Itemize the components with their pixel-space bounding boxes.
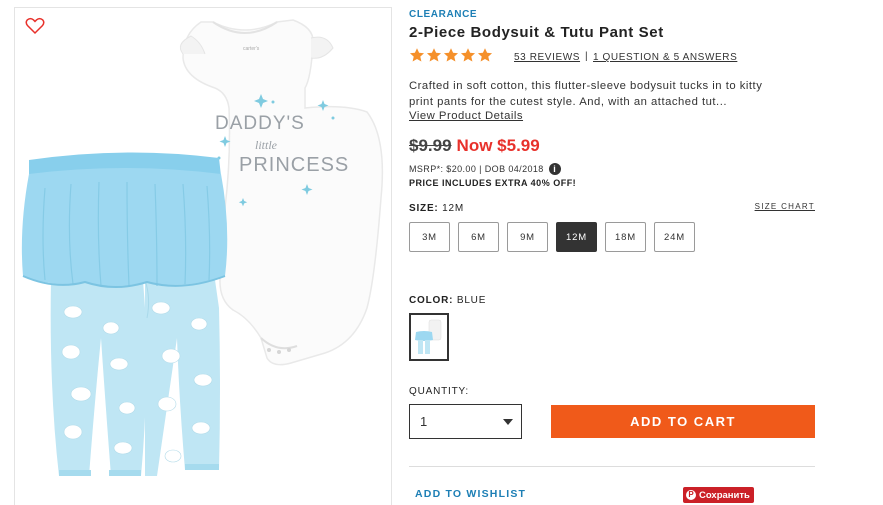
msrp-text: MSRP*: $20.00 | DOB 04/2018 xyxy=(409,164,544,174)
heart-icon[interactable] xyxy=(25,17,45,35)
swatch-thumbnail xyxy=(415,319,442,354)
color-label: COLOR: BLUE xyxy=(409,295,486,306)
product-image-panel: carter's DADDY'S little PRINCESS xyxy=(14,7,392,505)
color-swatch-blue[interactable] xyxy=(409,313,449,361)
size-option-12m[interactable]: 12M xyxy=(556,222,597,252)
size-chart-link[interactable]: SIZE CHART xyxy=(755,202,815,211)
size-option-18m[interactable]: 18M xyxy=(605,222,646,252)
bodysuit-print-line2: little xyxy=(255,138,278,152)
bodysuit-print-line1: DADDY'S xyxy=(215,113,305,134)
size-option-3m[interactable]: 3M xyxy=(409,222,450,252)
size-option-9m[interactable]: 9M xyxy=(507,222,548,252)
add-to-wishlist-link[interactable]: ADD TO WISHLIST xyxy=(415,488,526,500)
sale-price: Now $5.99 xyxy=(456,136,540,155)
star-icon xyxy=(443,48,459,62)
original-price: $9.99 xyxy=(409,136,452,155)
star-icon xyxy=(426,48,442,62)
size-option-6m[interactable]: 6M xyxy=(458,222,499,252)
color-label-text: COLOR: xyxy=(409,295,454,306)
pinterest-save-button[interactable]: P Сохранить xyxy=(683,487,754,503)
product-description: Crafted in soft cotton, this flutter-sle… xyxy=(409,80,763,108)
pinterest-icon: P xyxy=(686,490,696,500)
selected-size: 12M xyxy=(442,203,465,214)
quantity-value: 1 xyxy=(420,414,428,429)
star-icon xyxy=(477,48,493,62)
quantity-select[interactable]: 1 xyxy=(409,404,522,439)
star-icon xyxy=(409,48,425,62)
star-rating[interactable] xyxy=(409,47,493,65)
clearance-tag: CLEARANCE xyxy=(409,9,478,20)
size-option-24m[interactable]: 24M xyxy=(654,222,695,252)
divider xyxy=(409,466,815,467)
price-row: $9.99 Now $5.99 xyxy=(409,136,540,156)
quantity-label: QUANTITY: xyxy=(409,386,469,397)
product-image[interactable]: carter's DADDY'S little PRINCESS xyxy=(15,8,392,505)
size-options: 3M 6M 9M 12M 18M 24M xyxy=(409,222,695,252)
link-separator: | xyxy=(585,51,588,62)
msrp-line: MSRP*: $20.00 | DOB 04/2018 i xyxy=(409,163,561,175)
add-to-cart-button[interactable]: ADD TO CART xyxy=(551,405,815,438)
product-title: 2-Piece Bodysuit & Tutu Pant Set xyxy=(409,24,664,41)
selected-color: BLUE xyxy=(456,295,487,306)
pants-illustration xyxy=(50,279,220,476)
info-icon[interactable]: i xyxy=(548,163,561,175)
star-icon xyxy=(460,48,476,62)
bodysuit-print-line3: PRINCESS xyxy=(239,154,349,176)
svg-text:carter's: carter's xyxy=(243,46,260,52)
promo-text: PRICE INCLUDES EXTRA 40% OFF! xyxy=(409,178,577,188)
tutu-illustration xyxy=(21,152,228,288)
chevron-down-icon xyxy=(503,418,513,425)
size-label-text: SIZE: xyxy=(409,203,439,214)
size-label: SIZE: 12M xyxy=(409,203,464,214)
questions-answers-link[interactable]: 1 QUESTION & 5 ANSWERS xyxy=(593,52,737,63)
pinterest-save-label: Сохранить xyxy=(699,489,750,501)
reviews-link[interactable]: 53 REVIEWS xyxy=(514,52,580,63)
view-product-details-link[interactable]: View Product Details xyxy=(409,110,523,122)
